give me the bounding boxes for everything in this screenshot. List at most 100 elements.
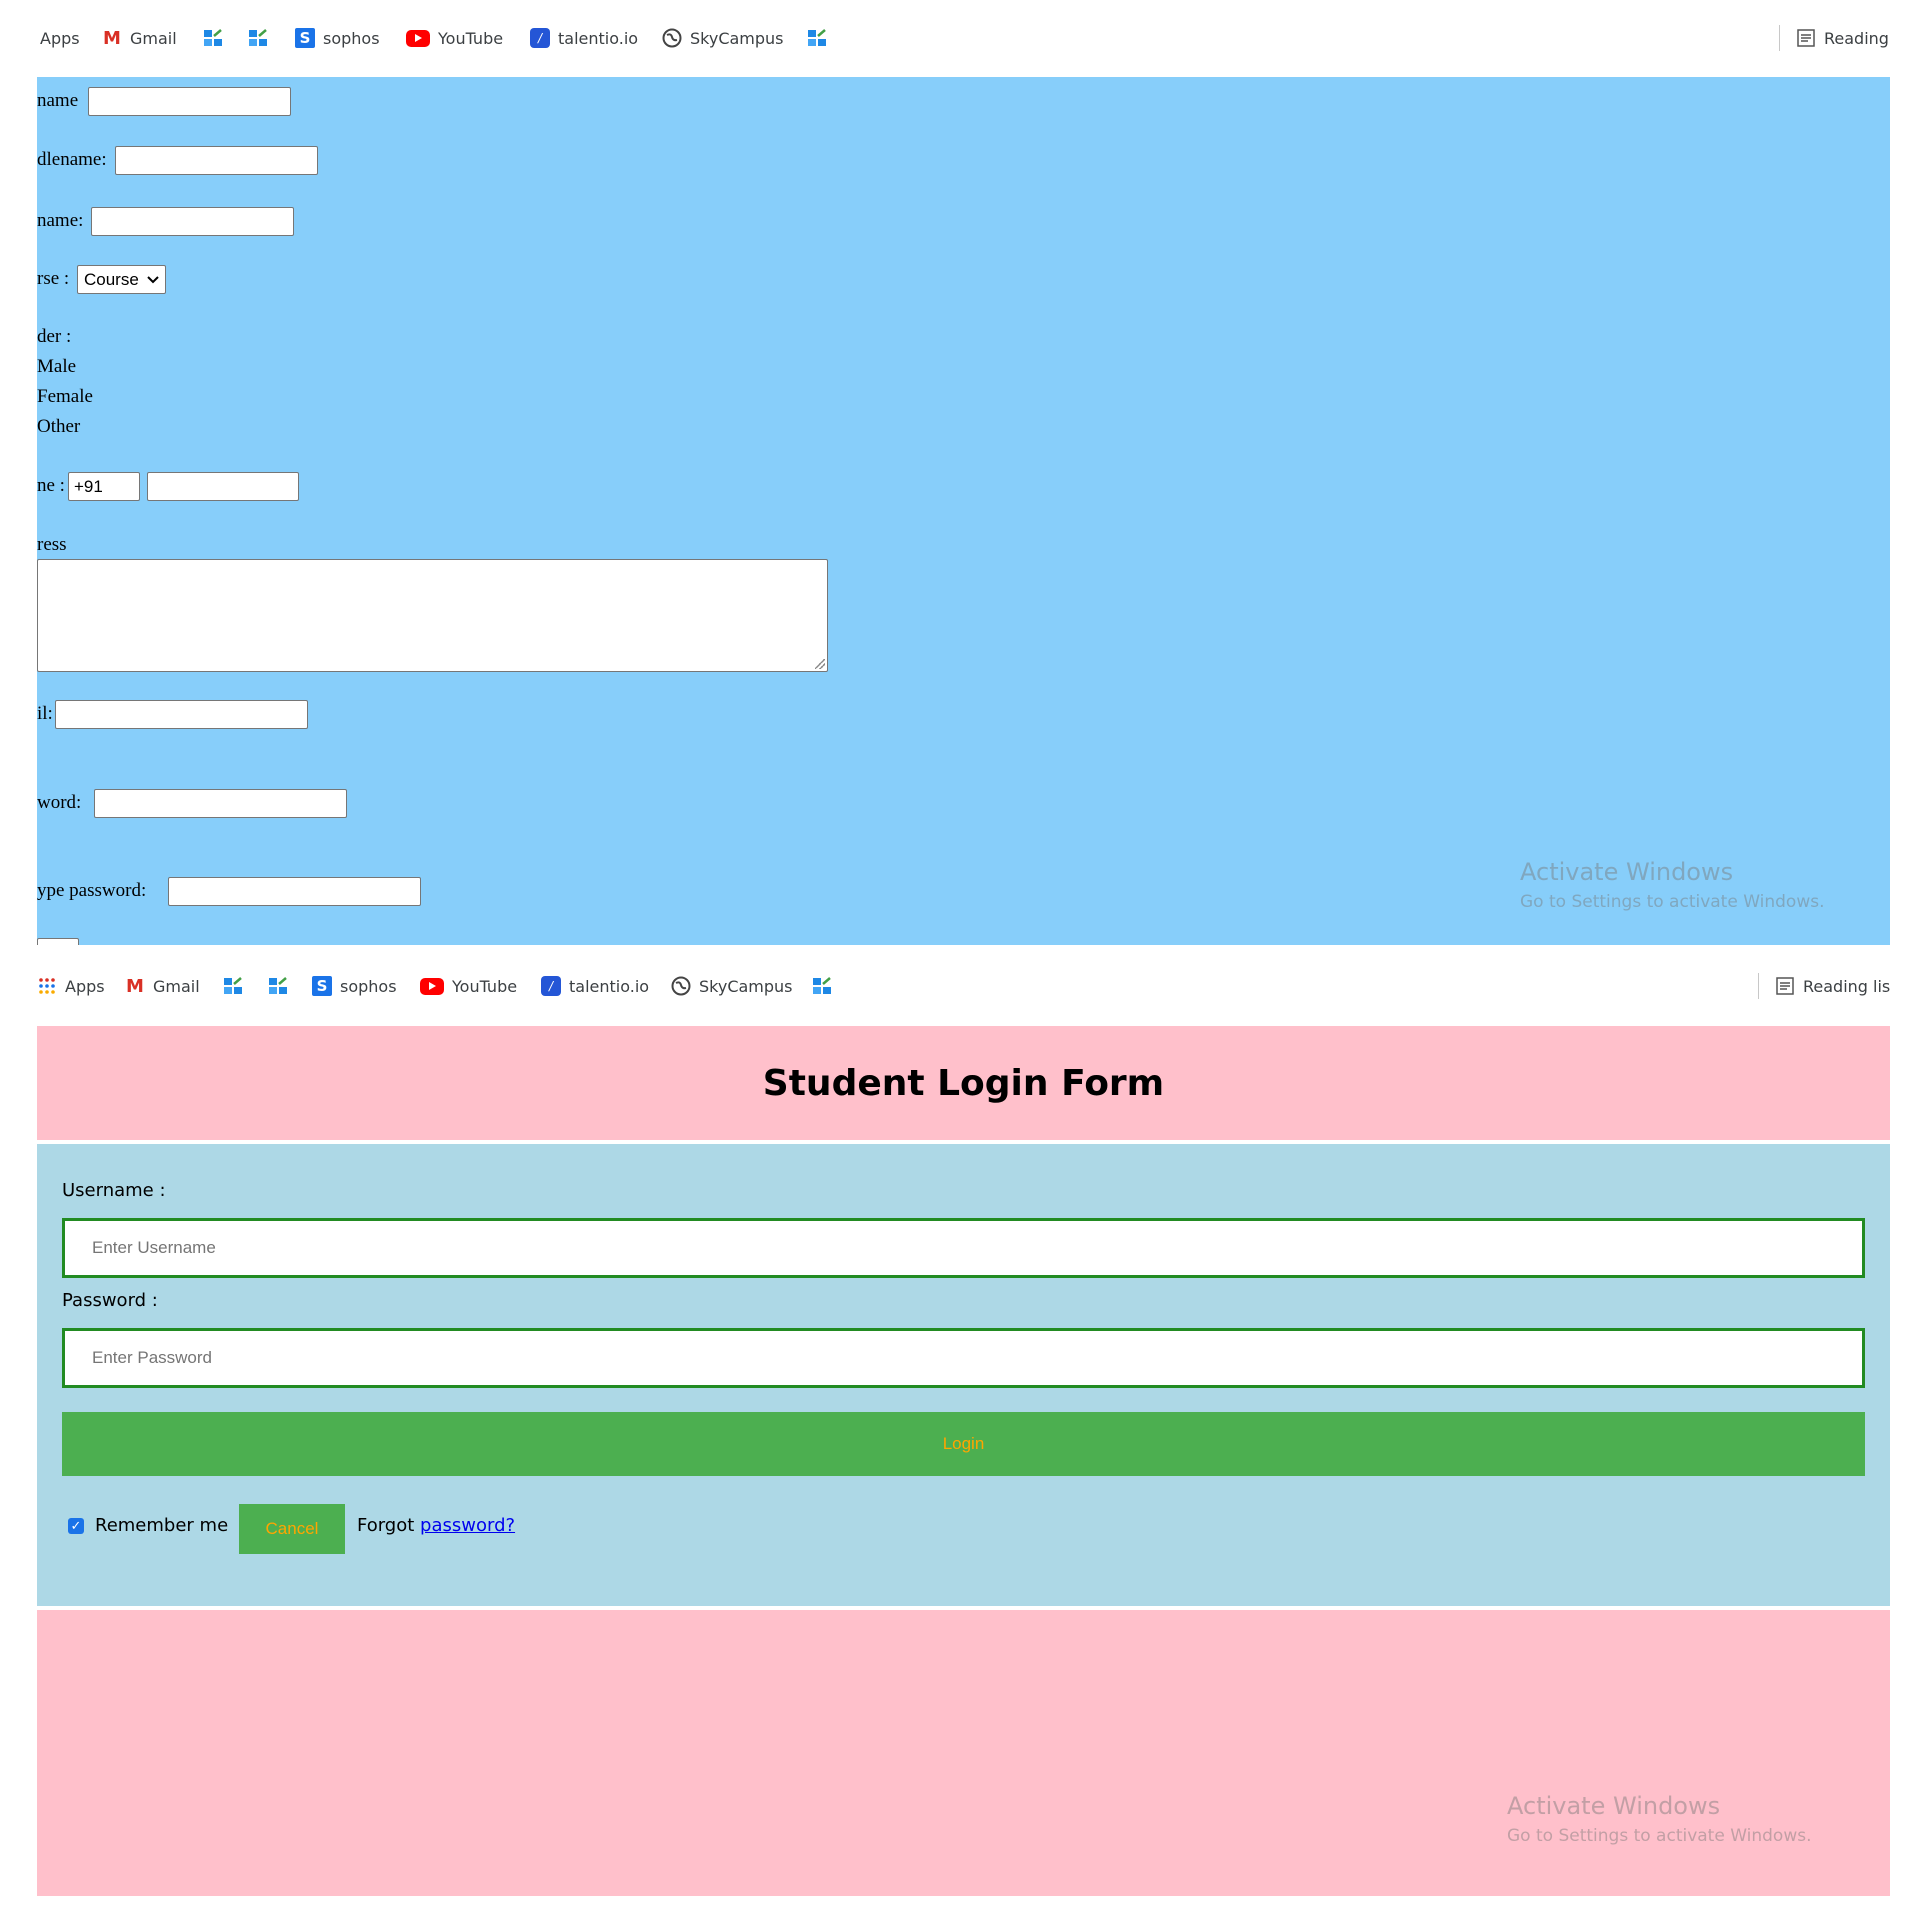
bookmark-tile-1[interactable]	[203, 0, 223, 76]
course-select-value: Course	[84, 269, 139, 289]
lastname-input[interactable]	[91, 207, 294, 236]
bookmark-tile-icon	[269, 977, 287, 994]
reading-list-icon	[1776, 977, 1794, 995]
gender-option-male[interactable]: Male	[37, 356, 76, 378]
youtube-icon	[406, 29, 430, 47]
bookmarks-divider	[1779, 25, 1780, 51]
globe-icon	[671, 976, 691, 996]
reading-list-icon	[1797, 29, 1815, 47]
bookmark-tile-icon	[224, 977, 242, 994]
bookmark-apps[interactable]: Apps	[40, 0, 80, 76]
retype-password-input[interactable]	[168, 877, 421, 906]
apps-grid-icon	[39, 978, 55, 994]
firstname-label: name	[37, 90, 79, 111]
login-screenshot: Apps M Gmail S sophos YouTube / talentio…	[0, 948, 1920, 1920]
gmail-icon: M	[103, 27, 121, 49]
bookmark-youtube[interactable]: YouTube	[406, 0, 503, 76]
login-button[interactable]: Login	[62, 1412, 1865, 1476]
gender-option-female[interactable]: Female	[37, 386, 93, 408]
bookmark-youtube-label: YouTube	[452, 976, 518, 996]
bookmark-tile-1[interactable]	[223, 948, 243, 1024]
bookmark-tile-2[interactable]	[248, 0, 268, 76]
address-textarea[interactable]	[37, 559, 828, 672]
bookmark-skycampus[interactable]: SkyCampus	[662, 0, 784, 76]
bookmark-sophos-label: sophos	[340, 976, 397, 996]
bookmark-tile-3[interactable]	[807, 0, 827, 76]
bookmark-tile-3[interactable]	[812, 948, 832, 1024]
bookmark-talentio[interactable]: / talentio.io	[530, 0, 638, 76]
youtube-icon	[420, 977, 444, 995]
bookmark-tile-icon	[204, 29, 222, 46]
bookmark-talentio-label: talentio.io	[558, 28, 639, 48]
login-footer: Activate Windows Go to Settings to activ…	[37, 1610, 1890, 1896]
bookmark-youtube[interactable]: YouTube	[420, 948, 517, 1024]
watermark-title: Activate Windows	[1520, 858, 1734, 886]
reading-list-label: Reading lis	[1803, 976, 1891, 996]
watermark-subtitle: Go to Settings to activate Windows.	[1507, 1826, 1812, 1846]
firstname-input[interactable]	[88, 87, 291, 116]
reading-list-label: Reading	[1824, 28, 1889, 48]
bookmarks-divider	[1758, 973, 1759, 999]
bookmark-sophos[interactable]: S sophos	[312, 948, 397, 1024]
sophos-icon: S	[295, 28, 315, 48]
remember-me-label: Remember me	[95, 1515, 229, 1536]
username-label: Username :	[62, 1180, 166, 1201]
course-select[interactable]: Course	[77, 265, 166, 294]
username-input[interactable]	[62, 1218, 1865, 1278]
bookmark-apps-label: Apps	[40, 28, 80, 48]
lastname-label: name:	[37, 210, 84, 231]
password-input[interactable]	[94, 789, 347, 818]
password-label: word:	[37, 792, 82, 813]
bookmark-sophos[interactable]: S sophos	[295, 0, 380, 76]
bookmarks-bar: Apps M Gmail S sophos YouTube / talentio…	[0, 948, 1920, 1024]
chevron-down-icon	[147, 275, 159, 283]
middlename-input[interactable]	[115, 146, 318, 175]
email-input[interactable]	[55, 700, 308, 729]
forgot-text: Forgot	[357, 1515, 415, 1536]
gmail-icon: M	[126, 975, 144, 997]
bookmark-youtube-label: YouTube	[438, 28, 504, 48]
reading-list-button[interactable]: Reading	[1796, 0, 1889, 76]
bookmark-tile-icon	[249, 29, 267, 46]
bookmark-gmail-label: Gmail	[130, 28, 177, 48]
phone-code-input[interactable]: +91	[68, 472, 140, 501]
watermark-subtitle: Go to Settings to activate Windows.	[1520, 892, 1825, 912]
bookmark-apps[interactable]: Apps	[37, 948, 105, 1024]
login-header: Student Login Form	[37, 1026, 1890, 1140]
gender-option-other[interactable]: Other	[37, 416, 80, 438]
bookmark-talentio-label: talentio.io	[569, 976, 650, 996]
bookmark-talentio[interactable]: / talentio.io	[541, 948, 649, 1024]
registration-form: name dlename: name: rse : Course der : M…	[37, 77, 1890, 945]
activate-windows-watermark: Activate Windows Go to Settings to activ…	[1507, 1792, 1812, 1846]
retype-password-label: ype password:	[37, 880, 147, 901]
resize-grip-icon[interactable]	[815, 659, 825, 669]
globe-icon	[662, 28, 682, 48]
reading-list-button[interactable]: Reading lis	[1775, 948, 1890, 1024]
partial-input[interactable]	[37, 938, 79, 945]
bookmark-sophos-label: sophos	[323, 28, 380, 48]
bookmark-tile-2[interactable]	[268, 948, 288, 1024]
password-input[interactable]	[62, 1328, 1865, 1388]
login-form: Username : Password : Login ✓ Remember m…	[37, 1144, 1890, 1606]
bookmark-gmail[interactable]: M Gmail	[102, 0, 177, 76]
cancel-button[interactable]: Cancel	[239, 1504, 345, 1554]
bookmark-tile-icon	[808, 29, 826, 46]
bookmark-skycampus-label: SkyCampus	[699, 976, 793, 996]
bookmark-tile-icon	[813, 977, 831, 994]
bookmark-skycampus[interactable]: SkyCampus	[671, 948, 793, 1024]
address-label: ress	[37, 534, 67, 555]
phone-number-input[interactable]	[147, 472, 299, 501]
password-label: Password :	[62, 1290, 158, 1311]
registration-screenshot: Apps M Gmail S sophos YouTube / talentio…	[0, 0, 1920, 945]
bookmark-skycampus-label: SkyCampus	[690, 28, 784, 48]
talentio-icon: /	[541, 976, 561, 996]
bookmark-apps-label: Apps	[65, 976, 105, 996]
course-label: rse :	[37, 268, 70, 289]
remember-me-checkbox[interactable]: ✓	[68, 1518, 84, 1534]
bookmark-gmail[interactable]: M Gmail	[125, 948, 200, 1024]
activate-windows-watermark: Activate Windows Go to Settings to activ…	[1520, 858, 1825, 912]
forgot-password-link[interactable]: password?	[420, 1515, 515, 1536]
bookmarks-bar: Apps M Gmail S sophos YouTube / talentio…	[0, 0, 1920, 76]
phone-label: ne :	[37, 475, 65, 496]
middlename-label: dlename:	[37, 149, 107, 170]
